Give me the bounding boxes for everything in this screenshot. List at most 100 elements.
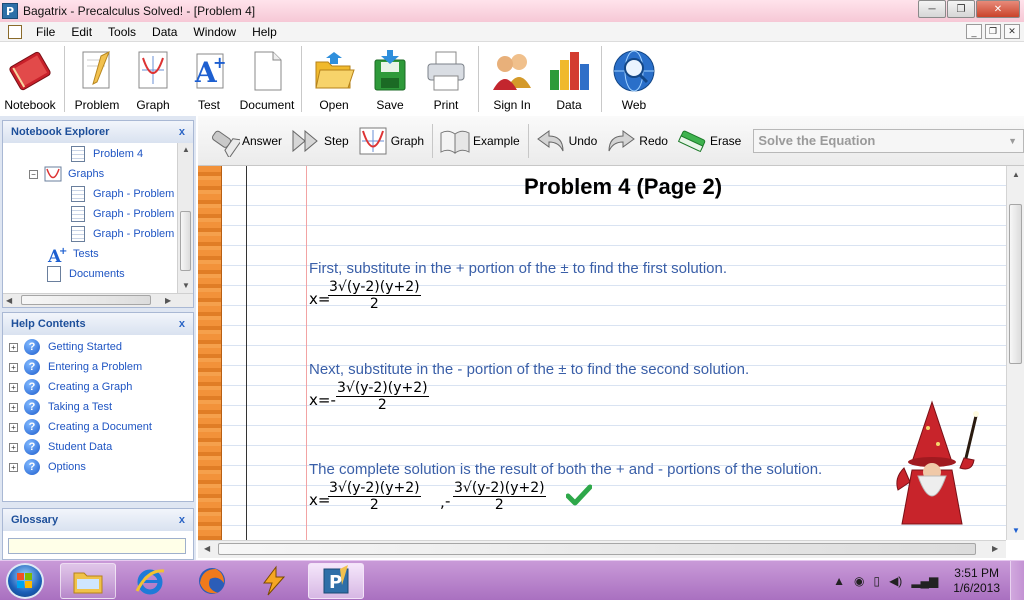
- firefox-taskbar-button[interactable]: [184, 563, 240, 599]
- glossary-close-button[interactable]: x: [179, 514, 185, 526]
- web-label: Web: [621, 98, 647, 112]
- scroll-up-arrow[interactable]: ▲: [182, 145, 190, 154]
- help-item-creating-a-graph[interactable]: + ? Creating a Graph: [9, 377, 132, 397]
- close-button[interactable]: ✕: [976, 0, 1020, 18]
- actionbar-divider: [527, 123, 529, 158]
- page-title: Problem 4 (Page 2): [524, 174, 723, 199]
- page-icon: [71, 146, 85, 162]
- scroll-down-arrow[interactable]: ▼: [182, 281, 190, 290]
- tree-item-graph-problem[interactable]: Graph - Problem: [71, 185, 174, 203]
- doc-restore-button[interactable]: ❐: [985, 24, 1001, 39]
- menu-help[interactable]: Help: [244, 25, 285, 39]
- show-hidden-icons-arrow[interactable]: ▲: [833, 574, 845, 588]
- scroll-down-arrow[interactable]: ▼: [1012, 526, 1020, 535]
- help-item-label: Taking a Test: [48, 401, 113, 413]
- redo-arrow-icon: [605, 125, 637, 157]
- tree-item-graph-problem[interactable]: Graph - Problem: [71, 205, 174, 223]
- battery-icon[interactable]: ▯: [873, 574, 880, 588]
- collapse-toggle[interactable]: −: [29, 169, 38, 179]
- scroll-right-arrow[interactable]: ▶: [992, 544, 998, 553]
- menu-window[interactable]: Window: [185, 25, 244, 39]
- scroll-left-arrow[interactable]: ◀: [204, 544, 210, 553]
- menu-tools[interactable]: Tools: [100, 25, 144, 39]
- expand-toggle[interactable]: +: [9, 462, 18, 472]
- example-button[interactable]: Example: [439, 125, 520, 157]
- bagatrix-taskbar-button[interactable]: P: [308, 563, 364, 599]
- menu-data[interactable]: Data: [144, 25, 185, 39]
- help-item-getting-started[interactable]: + ? Getting Started: [9, 337, 122, 357]
- system-clock[interactable]: 3:51 PM 1/6/2013: [953, 566, 1000, 596]
- expand-toggle[interactable]: +: [9, 442, 18, 452]
- undo-button[interactable]: Undo: [535, 125, 597, 157]
- explorer-hscroll-thumb[interactable]: [21, 295, 151, 305]
- test-button[interactable]: A + Test: [181, 42, 237, 116]
- help-contents-close-button[interactable]: x: [179, 318, 185, 330]
- menu-file[interactable]: File: [28, 25, 63, 39]
- page-horizontal-scrollbar[interactable]: ◀ ▶: [198, 540, 1006, 558]
- scroll-left-arrow[interactable]: ◀: [6, 296, 12, 305]
- expand-toggle[interactable]: +: [9, 422, 18, 432]
- expand-toggle[interactable]: +: [9, 402, 18, 412]
- test-label: Test: [197, 98, 220, 112]
- wizard-mascot-icon[interactable]: [888, 398, 984, 530]
- tree-item-documents[interactable]: Documents: [47, 265, 125, 283]
- print-button[interactable]: Print: [418, 42, 474, 116]
- data-button[interactable]: Data: [541, 42, 597, 116]
- graph-button[interactable]: Graph: [125, 42, 181, 116]
- open-button[interactable]: Open: [306, 42, 362, 116]
- page-hscroll-thumb[interactable]: [218, 543, 976, 555]
- scroll-up-arrow[interactable]: ▲: [1012, 170, 1020, 179]
- doc-close-button[interactable]: ✕: [1004, 24, 1020, 39]
- winamp-taskbar-button[interactable]: [246, 563, 302, 599]
- signal-bars-icon[interactable]: ▂▄▆: [911, 574, 938, 588]
- glossary-search-input[interactable]: [8, 538, 186, 554]
- help-item-creating-a-document[interactable]: + ? Creating a Document: [9, 417, 152, 437]
- equation-denominator: 2: [494, 497, 504, 513]
- expand-toggle[interactable]: +: [9, 362, 18, 372]
- tree-item-graphs[interactable]: − Graphs: [29, 165, 104, 183]
- document-button[interactable]: Document: [237, 42, 297, 116]
- sign-in-button[interactable]: Sign In: [483, 42, 541, 116]
- minimize-button[interactable]: ─: [918, 0, 946, 18]
- save-button[interactable]: Save: [362, 42, 418, 116]
- explorer-vertical-scrollbar[interactable]: ▲ ▼: [177, 143, 193, 293]
- expand-toggle[interactable]: +: [9, 382, 18, 392]
- maximize-button[interactable]: ❐: [947, 0, 975, 18]
- tree-item-tests[interactable]: A + Tests: [47, 245, 99, 263]
- notebook-explorer-close-button[interactable]: x: [179, 126, 185, 138]
- problem-button[interactable]: Problem: [69, 42, 125, 116]
- start-button[interactable]: [6, 563, 44, 599]
- step-button[interactable]: Step: [290, 125, 349, 157]
- explorer-taskbar-button[interactable]: [60, 563, 116, 599]
- page-vertical-scrollbar[interactable]: ▲ ▼: [1006, 166, 1024, 540]
- explorer-horizontal-scrollbar[interactable]: ◀ ▶: [3, 293, 193, 307]
- show-desktop-button[interactable]: [1010, 561, 1024, 600]
- document-menu-icon[interactable]: [8, 24, 22, 39]
- erase-button[interactable]: Erase: [676, 125, 741, 157]
- explorer-scroll-thumb[interactable]: [180, 211, 191, 271]
- help-item-taking-a-test[interactable]: + ? Taking a Test: [9, 397, 112, 417]
- help-item-student-data[interactable]: + ? Student Data: [9, 437, 112, 457]
- solve-method-dropdown[interactable]: Solve the Equation ▼: [753, 128, 1024, 153]
- help-item-options[interactable]: + ? Options: [9, 457, 86, 477]
- notebook-button[interactable]: Notebook: [0, 42, 60, 116]
- volume-icon[interactable]: ◀): [889, 574, 902, 588]
- doc-minimize-button[interactable]: _: [966, 24, 982, 39]
- step-3-text: The complete solution is the result of b…: [309, 461, 823, 478]
- page-icon: [71, 186, 85, 202]
- redo-button[interactable]: Redo: [605, 125, 668, 157]
- internet-explorer-taskbar-button[interactable]: [122, 563, 178, 599]
- help-item-entering-a-problem[interactable]: + ? Entering a Problem: [9, 357, 142, 377]
- answer-button[interactable]: Answer: [208, 125, 282, 157]
- tree-item-graph-problem[interactable]: Graph - Problem: [71, 225, 174, 243]
- tree-item-problem-4[interactable]: Problem 4: [71, 145, 143, 163]
- graph-action-button[interactable]: Graph: [357, 125, 424, 157]
- network-status-icon[interactable]: ◉: [854, 574, 864, 588]
- page-scroll-thumb[interactable]: [1009, 204, 1022, 364]
- help-item-label: Getting Started: [48, 341, 122, 353]
- web-button[interactable]: Web: [606, 42, 662, 116]
- menu-edit[interactable]: Edit: [63, 25, 100, 39]
- tree-item-label: Graph - Problem: [93, 228, 175, 240]
- expand-toggle[interactable]: +: [9, 342, 18, 352]
- scroll-right-arrow[interactable]: ▶: [165, 296, 171, 305]
